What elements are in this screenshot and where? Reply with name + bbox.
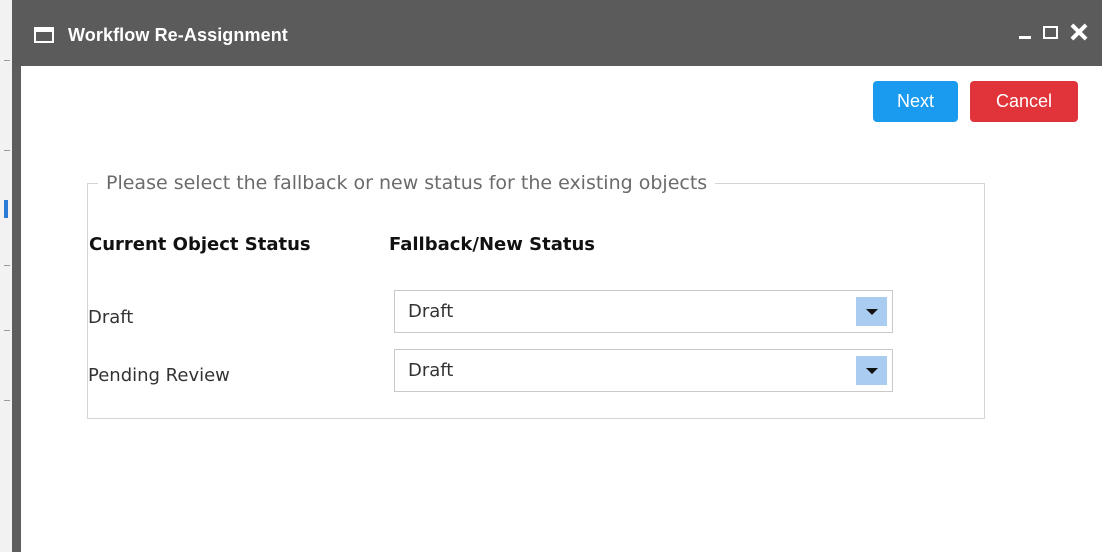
dialog-title: Workflow Re-Assignment: [68, 25, 288, 45]
fallback-status-select-pending-review[interactable]: Draft: [394, 349, 893, 392]
fallback-status-select-draft[interactable]: Draft: [394, 290, 893, 333]
divider: [4, 150, 10, 151]
minimize-icon[interactable]: [1019, 22, 1031, 42]
divider: [4, 60, 10, 61]
group-legend: Please select the fallback or new status…: [106, 172, 708, 194]
background-app-edge: [0, 0, 12, 552]
chevron-down-icon[interactable]: [856, 356, 887, 385]
divider: [4, 330, 10, 331]
maximize-icon[interactable]: [1043, 25, 1058, 39]
current-status-label-pending-review: Pending Review: [88, 365, 230, 386]
current-status-header: Current Object Status: [89, 234, 311, 255]
current-status-label-draft: Draft: [88, 307, 134, 328]
select-value: Draft: [408, 360, 454, 381]
select-value: Draft: [408, 301, 454, 322]
selection-marker: [4, 200, 8, 218]
dialog-titlebar[interactable]: Workflow Re-Assignment: [12, 0, 1102, 66]
next-button[interactable]: Next: [873, 81, 958, 122]
screen: Workflow Re-Assignment Next Cancel Pleas…: [0, 0, 1102, 552]
divider: [4, 400, 10, 401]
divider: [4, 265, 10, 266]
window-controls: [1019, 22, 1088, 42]
fallback-status-header: Fallback/New Status: [389, 234, 595, 255]
window-icon: [34, 27, 54, 43]
close-icon[interactable]: [1070, 23, 1088, 41]
cancel-button[interactable]: Cancel: [970, 81, 1078, 122]
chevron-down-icon[interactable]: [856, 297, 887, 326]
